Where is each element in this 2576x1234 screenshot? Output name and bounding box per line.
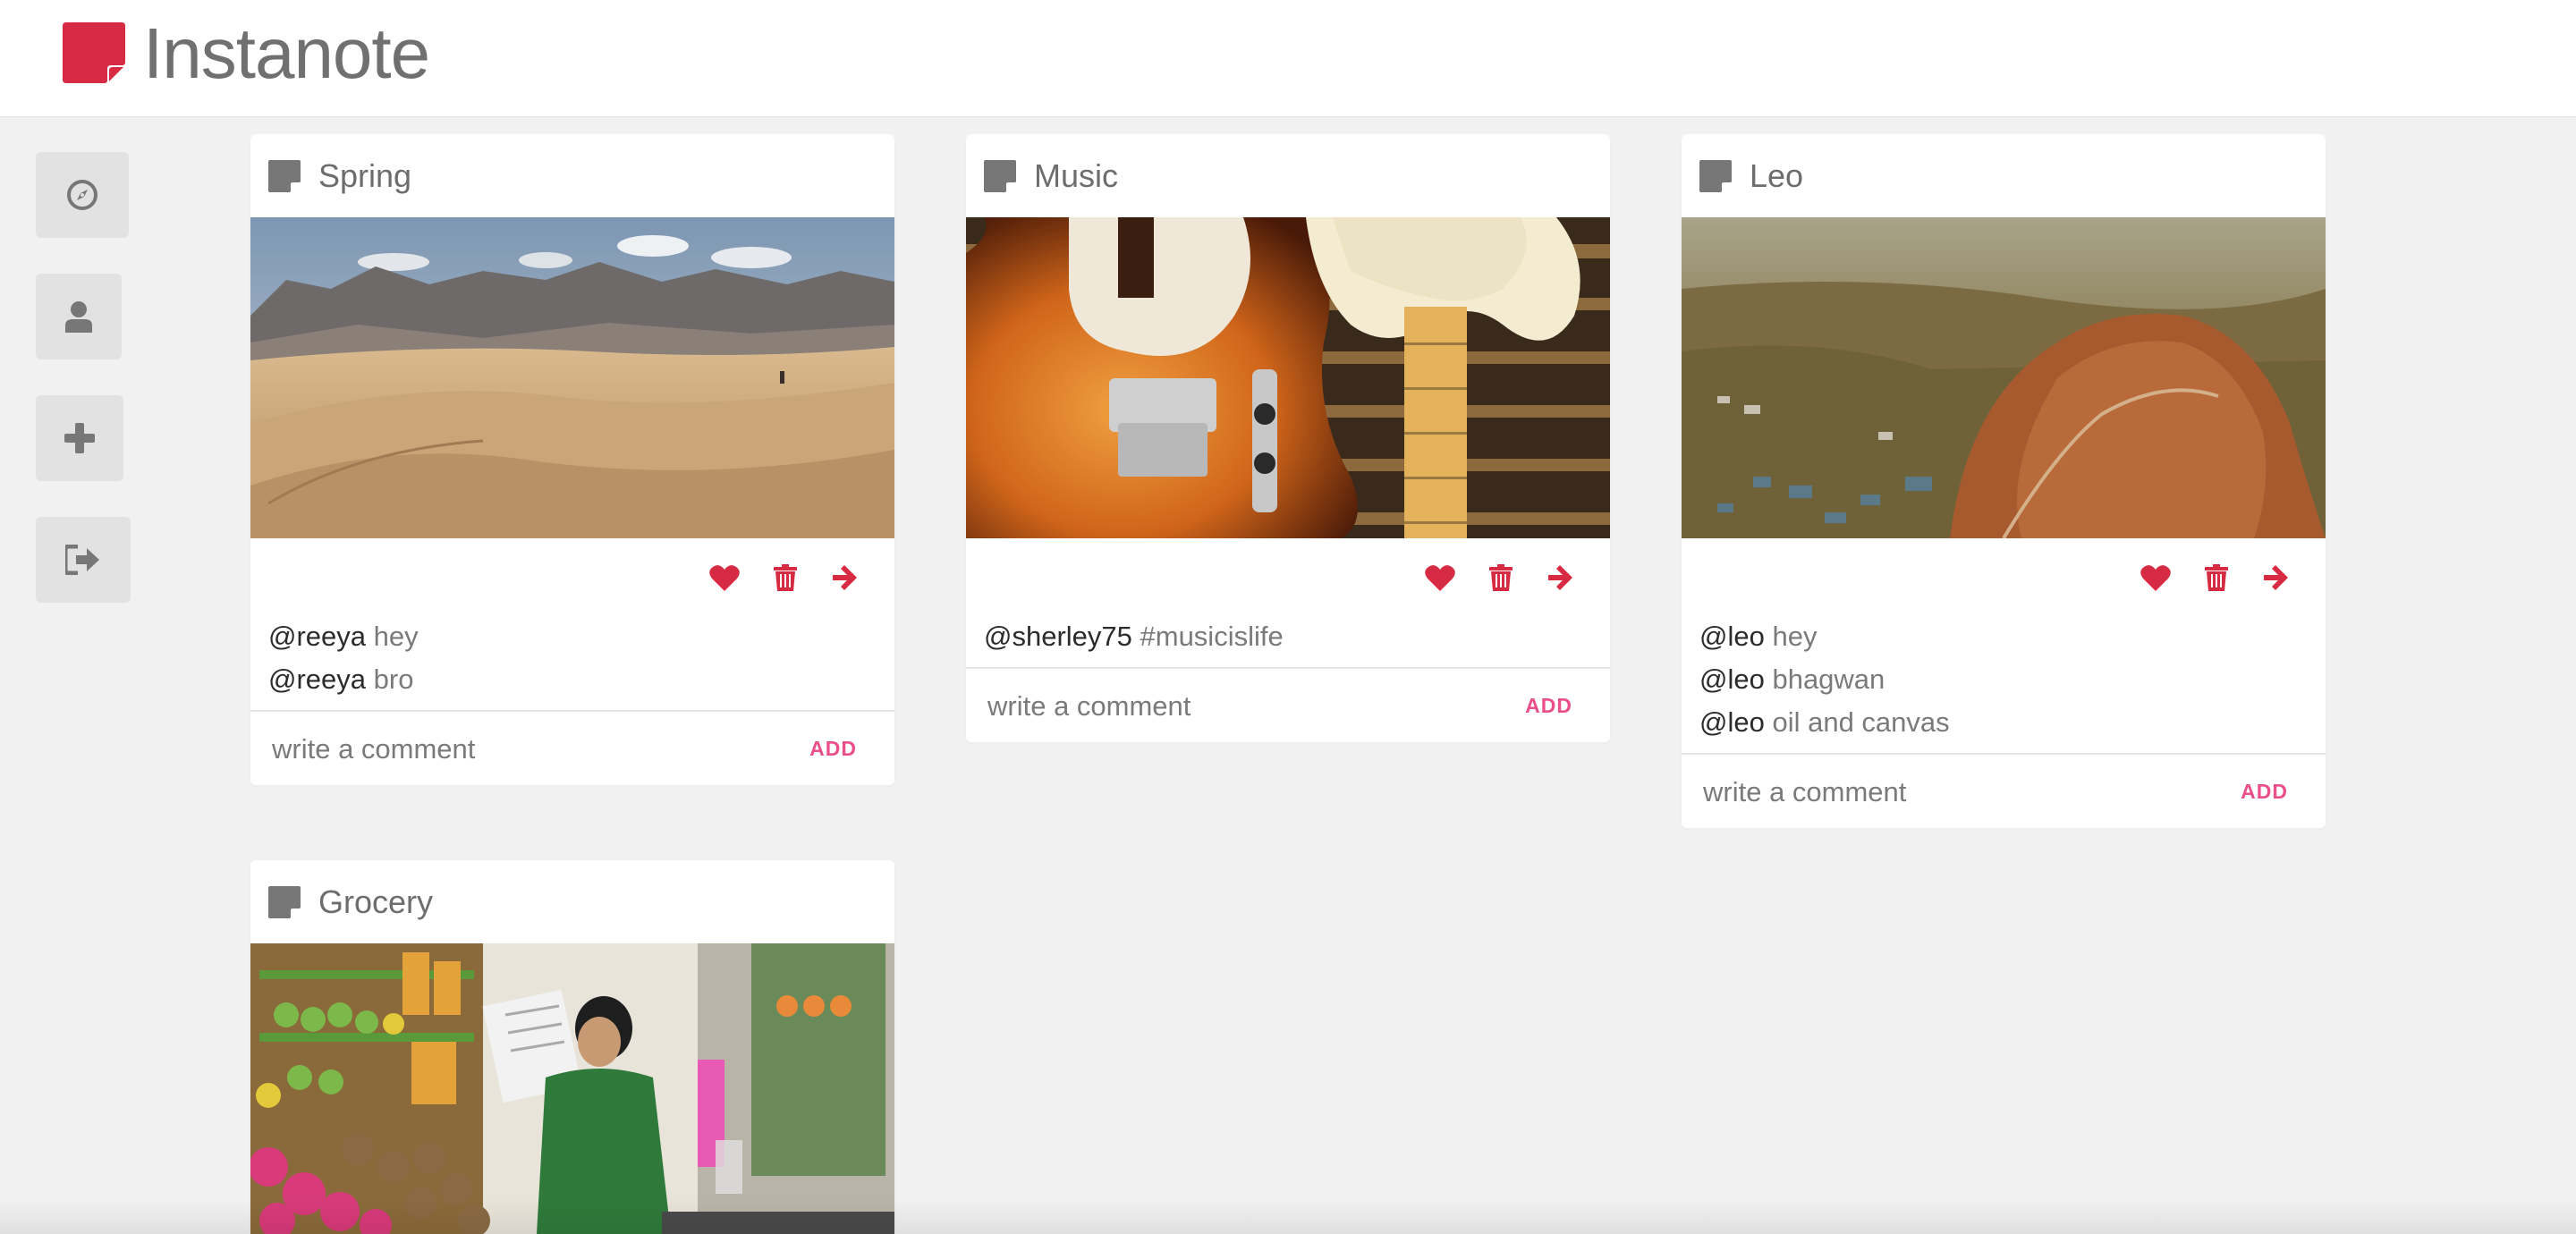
- comment-list: @sherley75 #musicislife: [966, 615, 1610, 658]
- sidebar-item-add[interactable]: [36, 395, 123, 481]
- aerial-hill-photo: [1682, 217, 2326, 538]
- note-icon: [268, 885, 301, 918]
- note-actions: [1682, 538, 2326, 615]
- delete-button[interactable]: [1485, 562, 1517, 594]
- like-button[interactable]: [2140, 562, 2172, 594]
- note-card-header: Grocery: [250, 860, 894, 943]
- comment-form: ADD: [966, 667, 1610, 742]
- heart-icon: [709, 565, 740, 591]
- comment-text: hey: [1764, 621, 1818, 652]
- comment-user[interactable]: @leo: [1699, 706, 1765, 738]
- desert-dunes-photo: [250, 217, 894, 538]
- note-card-header: Leo: [1682, 134, 2326, 217]
- trash-icon: [1489, 564, 1513, 591]
- comment-text: bro: [366, 663, 414, 695]
- like-button[interactable]: [1424, 562, 1456, 594]
- arrow-right-icon: [833, 565, 857, 590]
- comment-input[interactable]: [1701, 764, 2166, 821]
- note-card-music: Music @sherley75 #musicislife write a co…: [966, 134, 1610, 742]
- delete-button[interactable]: [2200, 562, 2233, 594]
- share-button[interactable]: [828, 562, 860, 594]
- trash-icon: [2205, 564, 2228, 591]
- note-actions: [966, 538, 1610, 615]
- comment-user[interactable]: @sherley75: [984, 621, 1132, 652]
- arrow-right-icon: [2264, 565, 2288, 590]
- note-title: Leo: [1750, 156, 1804, 194]
- delete-button[interactable]: [769, 562, 801, 594]
- note-actions: [250, 538, 894, 615]
- add-comment-button[interactable]: ADD: [809, 737, 857, 761]
- add-comment-button[interactable]: ADD: [1525, 694, 1572, 718]
- comment-form: ADD: [250, 710, 894, 785]
- note-title: Music: [1034, 156, 1119, 194]
- top-bar: Instanote: [0, 0, 2576, 116]
- note-card-header: Spring: [250, 134, 894, 217]
- note-icon: [984, 159, 1016, 192]
- compass-icon: [67, 180, 97, 210]
- bottom-shadow: [0, 1198, 2576, 1234]
- comment-text: hey: [366, 621, 419, 652]
- comment-item: @leo hey: [1699, 615, 2308, 658]
- market-stall-photo: [250, 943, 894, 1234]
- sign-out-icon: [65, 545, 99, 575]
- user-icon: [65, 301, 92, 333]
- trash-icon: [774, 564, 797, 591]
- comment-list: @reeya hey @reeya bro: [250, 615, 894, 701]
- comment-item: @reeya bro: [268, 658, 877, 701]
- comment-item: @leo bhagwan: [1699, 658, 2308, 701]
- comment-text: bhagwan: [1764, 663, 1885, 695]
- comment-item: @reeya hey: [268, 615, 877, 658]
- comment-text: #musicislife: [1131, 621, 1284, 652]
- note-title: Grocery: [318, 883, 434, 920]
- heart-icon: [2140, 565, 2171, 591]
- arrow-right-icon: [1548, 565, 1572, 590]
- note-title: Spring: [318, 156, 412, 194]
- comment-user[interactable]: @reeya: [268, 621, 366, 652]
- comment-item: @sherley75 #musicislife: [984, 615, 1592, 658]
- comment-list: @leo hey @leo bhagwan @leo oil and canva…: [1682, 615, 2326, 744]
- note-icon: [268, 159, 301, 192]
- note-card-header: Music: [966, 134, 1610, 217]
- like-button[interactable]: [708, 562, 741, 594]
- comment-text: oil and canvas: [1764, 706, 1950, 738]
- plus-icon: [64, 423, 95, 453]
- note-icon: [1699, 159, 1732, 192]
- guitars-photo: [966, 217, 1610, 538]
- comment-input[interactable]: [986, 678, 1451, 735]
- comment-user[interactable]: @leo: [1699, 663, 1765, 695]
- sidebar-item-profile[interactable]: [36, 274, 122, 359]
- share-button[interactable]: [2259, 562, 2292, 594]
- share-button[interactable]: [1544, 562, 1576, 594]
- app-title[interactable]: Instanote: [143, 7, 430, 100]
- comment-input[interactable]: [270, 721, 735, 778]
- sidebar-item-logout[interactable]: [36, 517, 131, 603]
- sidebar-item-explore[interactable]: [36, 152, 129, 238]
- logo-icon: [63, 22, 125, 83]
- note-card-spring: Spring @reeya hey @reeya bro write a com…: [250, 134, 894, 785]
- add-comment-button[interactable]: ADD: [2241, 780, 2288, 804]
- note-card-leo: Leo @leo hey @leo bhagwan @leo oil and c…: [1682, 134, 2326, 828]
- heart-icon: [1425, 565, 1455, 591]
- note-card-grocery: Grocery: [250, 860, 894, 1234]
- comment-user[interactable]: @leo: [1699, 621, 1765, 652]
- comment-item: @leo oil and canvas: [1699, 701, 2308, 744]
- comment-form: ADD: [1682, 753, 2326, 828]
- comment-user[interactable]: @reeya: [268, 663, 366, 695]
